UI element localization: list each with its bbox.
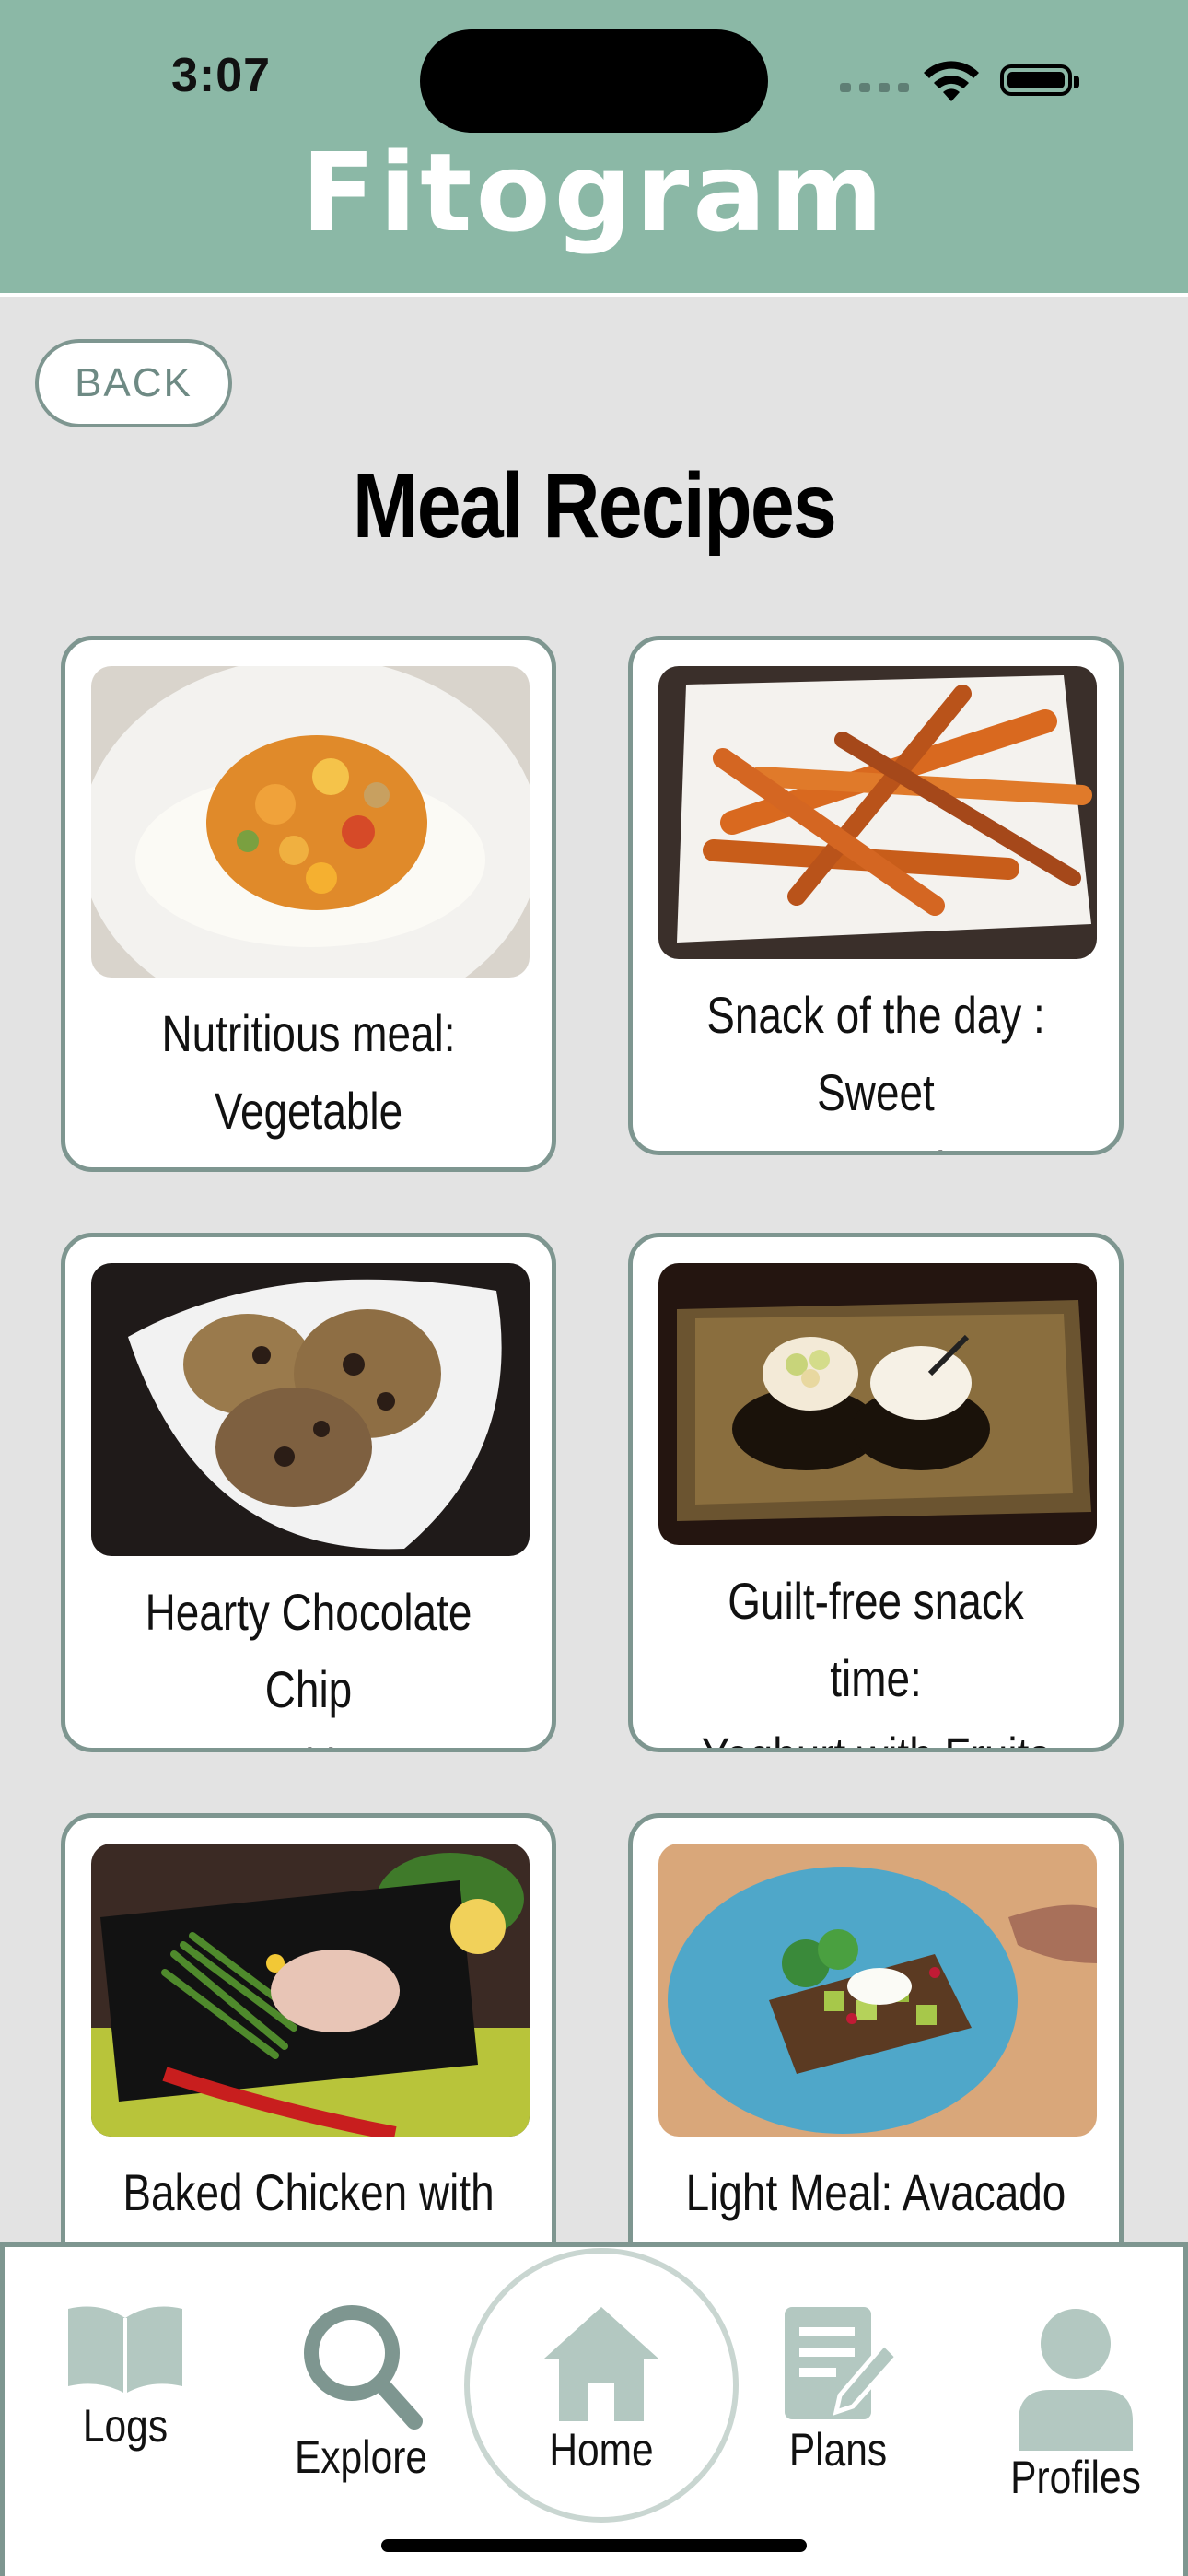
nav-explore[interactable]: Explore xyxy=(278,2300,444,2484)
battery-icon xyxy=(1000,64,1079,96)
recipe-card-yoghurt-with-fruits[interactable]: Guilt-free snack time: Yoghurt with Frui… xyxy=(628,1233,1124,1752)
recipe-card-baked-chicken[interactable]: Baked Chicken with xyxy=(61,1813,556,2274)
recipe-image-yoghurt-with-fruits xyxy=(658,1263,1097,1545)
back-button[interactable]: BACK xyxy=(35,339,232,427)
recipe-image-sweet-potato-fries xyxy=(658,666,1097,959)
search-icon xyxy=(304,2305,423,2430)
recipe-card-sweet-potato-fries[interactable]: Snack of the day : Sweet Potato Fries xyxy=(628,636,1124,1155)
nav-plans[interactable]: Plans xyxy=(755,2303,921,2476)
recipe-title: Nutritious meal: Vegetable Jalfrezi xyxy=(161,1004,456,1167)
book-icon xyxy=(68,2306,182,2394)
recipe-card-chocolate-chip-cookies[interactable]: Hearty Chocolate Chip cookies xyxy=(61,1233,556,1752)
nav-logs[interactable]: Logs xyxy=(42,2301,208,2453)
recipe-card-avacado[interactable]: Light Meal: Avacado xyxy=(628,1813,1124,2274)
recipe-card-vegetable-jalfrezi[interactable]: Nutritious meal: Vegetable Jalfrezi xyxy=(61,636,556,1172)
nav-home[interactable]: Home xyxy=(516,2303,687,2476)
dynamic-island xyxy=(420,29,768,133)
recipe-image-chocolate-chip-cookies xyxy=(91,1263,530,1556)
wifi-icon xyxy=(924,61,979,101)
recipe-title: Guilt-free snack time: Yoghurt with Frui… xyxy=(702,1572,1051,1748)
recipe-image-baked-chicken xyxy=(91,1844,530,2137)
page-title: Meal Recipes xyxy=(352,454,837,557)
recipe-image-vegetable-jalfrezi xyxy=(91,666,530,978)
recipe-image-avacado xyxy=(658,1844,1097,2137)
user-icon xyxy=(1019,2309,1133,2451)
home-icon xyxy=(544,2307,658,2421)
cellular-signal-icon xyxy=(840,83,909,92)
edit-document-icon xyxy=(785,2307,901,2419)
app-header: 3:07 Fitogram xyxy=(0,0,1188,297)
status-time: 3:07 xyxy=(171,49,272,102)
recipe-title: Hearty Chocolate Chip cookies xyxy=(145,1583,472,1748)
nav-profiles[interactable]: Profiles xyxy=(993,2303,1159,2504)
recipe-title: Snack of the day : Sweet Potato Fries xyxy=(706,986,1045,1151)
recipe-title: Light Meal: Avacado xyxy=(685,2163,1066,2221)
app-title: Fitogram xyxy=(301,129,887,256)
home-indicator xyxy=(381,2539,807,2552)
recipe-title: Baked Chicken with xyxy=(122,2163,495,2221)
